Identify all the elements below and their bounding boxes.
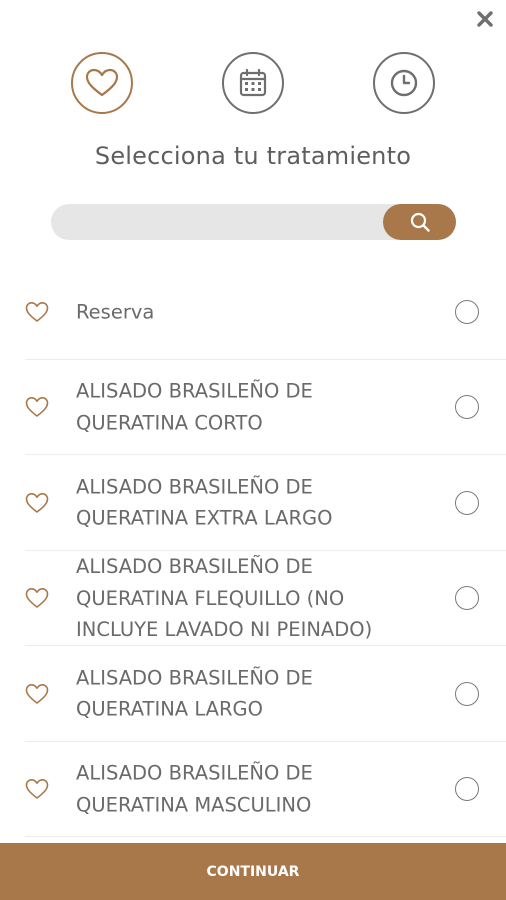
list-item[interactable]: Reserva [0,264,506,360]
step-treatment[interactable] [71,52,133,114]
heart-icon [25,397,49,418]
radio-button[interactable] [455,299,479,324]
search-button[interactable] [383,204,456,240]
search-input[interactable] [51,204,386,240]
list-item-label: ALISADO BRASILEÑO DE QUERATINA FLEQUILLO… [76,555,373,641]
step-time[interactable] [373,52,435,114]
heart-icon [85,68,119,97]
close-icon [477,11,493,27]
list-item-label: Reserva [76,300,155,323]
list-item[interactable]: ALISADO BRASILEÑO DE QUERATINA CORTO [0,360,506,456]
heart-icon [25,779,49,800]
search-bar [51,204,456,240]
step-indicator [0,52,506,114]
list-item-label: ALISADO BRASILEÑO DE QUERATINA LARGO [76,666,313,721]
radio-button[interactable] [455,681,479,706]
clock-icon [390,69,418,97]
list-item-label: ALISADO BRASILEÑO DE QUERATINA EXTRA LAR… [76,475,333,530]
radio-button[interactable] [455,490,479,515]
radio-button[interactable] [455,777,479,802]
step-date[interactable] [222,52,284,114]
radio-button[interactable] [455,586,479,611]
search-icon [410,212,430,232]
list-item[interactable]: ALISADO BRASILEÑO DE QUERATINA FLEQUILLO… [0,551,506,647]
heart-icon [25,588,49,609]
heart-icon [25,683,49,704]
list-item[interactable]: ALISADO BRASILEÑO DE QUERATINA MASCULINO [0,742,506,838]
list-item[interactable]: ALISADO BRASILEÑO DE QUERATINA EXTRA LAR… [0,455,506,551]
continue-button[interactable]: CONTINUAR [0,843,506,900]
close-button[interactable] [474,8,496,30]
list-item[interactable]: ALISADO BRASILEÑO DE QUERATINA LARGO [0,646,506,742]
list-item-label: ALISADO BRASILEÑO DE QUERATINA MASCULINO [76,761,313,817]
treatment-list: Reserva ALISADO BRASILEÑO DE QUERATINA C… [0,264,506,837]
heart-icon [25,301,49,322]
heart-icon [25,492,49,513]
list-item-label: ALISADO BRASILEÑO DE QUERATINA CORTO [76,379,313,435]
calendar-icon [239,68,267,97]
radio-button[interactable] [455,395,479,420]
page-title: Selecciona tu tratamiento [94,142,412,170]
